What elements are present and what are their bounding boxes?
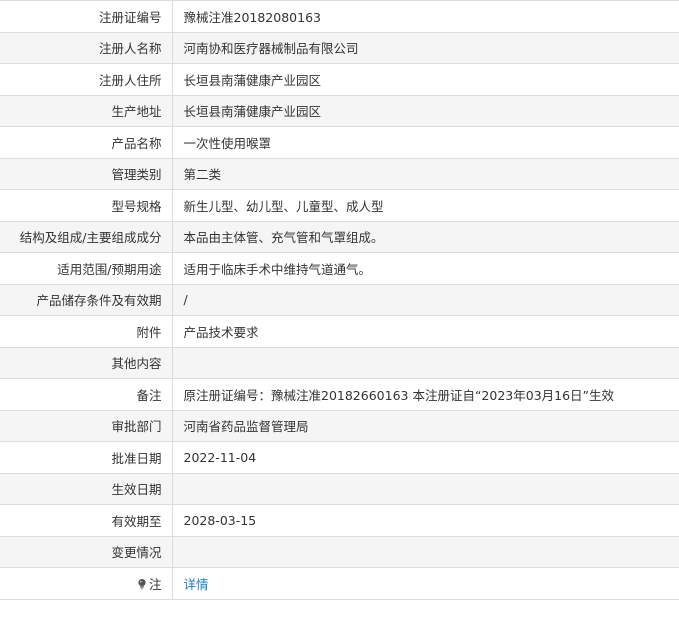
field-value: 产品技术要求: [171, 315, 679, 348]
note-row: 注 详情: [0, 567, 679, 600]
table-row: 产品储存条件及有效期 /: [0, 283, 679, 316]
table-row: 有效期至 2028-03-15: [0, 504, 679, 537]
field-label: 注册人名称: [0, 31, 173, 64]
lightbulb-icon: [138, 578, 146, 590]
field-value: 长垣县南蒲健康产业园区: [171, 63, 679, 96]
details-link[interactable]: 详情: [184, 577, 209, 592]
field-label: 产品名称: [0, 126, 173, 159]
table-row: 注册人住所 长垣县南蒲健康产业园区: [0, 63, 679, 96]
field-label: 注册人住所: [0, 63, 173, 96]
field-label: 附件: [0, 315, 173, 348]
table-row: 备注 原注册证编号：豫械注准20182660163 本注册证自“2023年03月…: [0, 378, 679, 411]
table-row: 附件 产品技术要求: [0, 315, 679, 348]
field-value: 2022-11-04: [171, 441, 679, 474]
field-label: 变更情况: [0, 535, 173, 568]
field-value: 原注册证编号：豫械注准20182660163 本注册证自“2023年03月16日…: [171, 378, 679, 411]
field-label: 审批部门: [0, 409, 173, 442]
table-row: 批准日期 2022-11-04: [0, 441, 679, 474]
table-row: 适用范围/预期用途 适用于临床手术中维持气道通气。: [0, 252, 679, 285]
field-value: 河南协和医疗器械制品有限公司: [171, 31, 679, 64]
note-value-cell: 详情: [171, 567, 679, 600]
field-value: 河南省药品监督管理局: [171, 409, 679, 442]
field-value: 一次性使用喉罩: [171, 126, 679, 159]
field-label: 结构及组成/主要组成成分: [0, 220, 173, 253]
field-value: [171, 535, 679, 568]
field-value: 本品由主体管、充气管和气罩组成。: [171, 220, 679, 253]
field-value: /: [171, 283, 679, 316]
field-value: [171, 472, 679, 505]
field-label: 适用范围/预期用途: [0, 252, 173, 285]
table-row: 审批部门 河南省药品监督管理局: [0, 409, 679, 442]
field-label: 型号规格: [0, 189, 173, 222]
field-label: 注册证编号: [0, 0, 173, 33]
field-label: 产品储存条件及有效期: [0, 283, 173, 316]
field-value: 适用于临床手术中维持气道通气。: [171, 252, 679, 285]
field-label: 管理类别: [0, 157, 173, 190]
field-value: 豫械注准20182080163: [171, 0, 679, 33]
table-row: 结构及组成/主要组成成分 本品由主体管、充气管和气罩组成。: [0, 220, 679, 253]
table-row: 注册人名称 河南协和医疗器械制品有限公司: [0, 31, 679, 64]
field-value: 2028-03-15: [171, 504, 679, 537]
field-label: 有效期至: [0, 504, 173, 537]
field-label: 其他内容: [0, 346, 173, 379]
note-label-cell: 注: [0, 567, 173, 600]
table-row: 管理类别 第二类: [0, 157, 679, 190]
field-label: 生产地址: [0, 94, 173, 127]
registration-detail-table: 注册证编号 豫械注准20182080163 注册人名称 河南协和医疗器械制品有限…: [0, 0, 679, 600]
field-label: 生效日期: [0, 472, 173, 505]
field-value: 第二类: [171, 157, 679, 190]
table-row: 变更情况: [0, 535, 679, 568]
table-row: 产品名称 一次性使用喉罩: [0, 126, 679, 159]
field-value: 新生儿型、幼儿型、儿童型、成人型: [171, 189, 679, 222]
field-label: 备注: [0, 378, 173, 411]
note-label: 注: [148, 576, 162, 592]
table-row: 其他内容: [0, 346, 679, 379]
table-row: 生效日期: [0, 472, 679, 505]
table-row: 生产地址 长垣县南蒲健康产业园区: [0, 94, 679, 127]
table-row: 型号规格 新生儿型、幼儿型、儿童型、成人型: [0, 189, 679, 222]
field-value: 长垣县南蒲健康产业园区: [171, 94, 679, 127]
field-value: [171, 346, 679, 379]
field-label: 批准日期: [0, 441, 173, 474]
table-row: 注册证编号 豫械注准20182080163: [0, 0, 679, 33]
